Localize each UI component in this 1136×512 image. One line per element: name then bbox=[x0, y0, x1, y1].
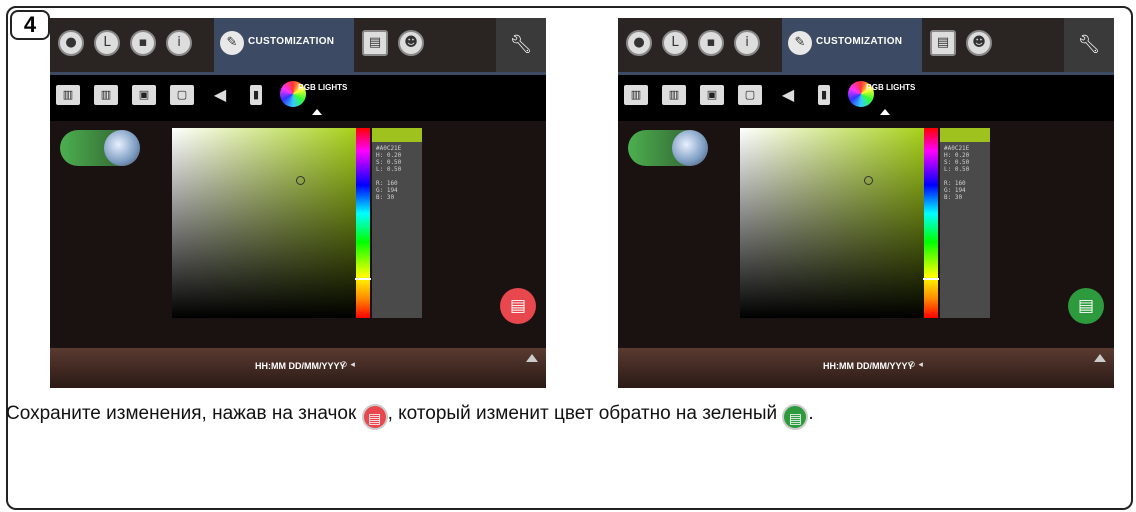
color-swatch bbox=[940, 128, 990, 142]
status-icons: ⊙ ◂ bbox=[340, 360, 355, 370]
rgb-lights-label[interactable]: RGB LIGHTS bbox=[298, 83, 347, 92]
color-picker-area[interactable] bbox=[172, 128, 356, 318]
speaker-icon[interactable]: ◀ bbox=[776, 85, 800, 105]
hue-marker[interactable] bbox=[355, 278, 371, 280]
toggle-knob bbox=[672, 130, 708, 166]
image-icon[interactable]: ▣ bbox=[700, 85, 724, 105]
bottle-icon[interactable]: ▮ bbox=[818, 85, 830, 105]
color-swatch bbox=[372, 128, 422, 142]
bottom-status-bar: HH:MM DD/MM/YYYY ⊙ ◂ bbox=[618, 348, 1114, 388]
color-cursor[interactable] bbox=[296, 176, 305, 185]
toggle-knob bbox=[104, 130, 140, 166]
caption-text-2: , который изменит цвет обратно на зелены… bbox=[387, 403, 783, 424]
flag-icon[interactable]: ▪ bbox=[698, 30, 724, 56]
user-icon[interactable]: ☻ bbox=[966, 30, 992, 56]
color-values: #A0C21E H: 0.20 S: 0.50 L: 0.50 R: 160 G… bbox=[944, 145, 970, 201]
hue-slider[interactable] bbox=[923, 128, 939, 318]
bottom-status-bar: HH:MM DD/MM/YYYY ⊙ ◂ bbox=[50, 348, 546, 388]
image-icon[interactable]: ▣ bbox=[132, 85, 156, 105]
color-info-panel: #A0C21E H: 0.20 S: 0.50 L: 0.50 R: 160 G… bbox=[940, 128, 990, 318]
sub-menu-bar: ▥ ▥ ▣ ▢ ◀ ▮ RGB LIGHTS bbox=[618, 72, 1114, 121]
water-drop-icon[interactable]: ● bbox=[58, 30, 84, 56]
wrench-icon[interactable]: 🔧︎ bbox=[1064, 18, 1114, 72]
document-icon[interactable]: ▤ bbox=[930, 30, 956, 56]
screenshot-after-save: ● L ▪ i ✎ CUSTOMIZATION ▤ ☻ 🔧︎ ▥ ▥ ▣ ▢ ◀… bbox=[618, 18, 1114, 388]
instruction-caption: Сохраните изменения, нажав на значок ▤, … bbox=[6, 403, 814, 430]
clock-icon[interactable]: L bbox=[94, 30, 120, 56]
tab-customization-label: CUSTOMIZATION bbox=[816, 36, 903, 47]
lights-toggle[interactable] bbox=[60, 130, 140, 166]
sub-menu-bar: ▥ ▥ ▣ ▢ ◀ ▮ RGB LIGHTS bbox=[50, 72, 546, 121]
caption-text-3: . bbox=[808, 403, 814, 424]
open-book-icon[interactable]: ▥ bbox=[662, 85, 686, 105]
screenshot-before-save: ● L ▪ i ✎ CUSTOMIZATION ▤ ☻ 🔧︎ ▥ ▥ ▣ ▢ ◀… bbox=[50, 18, 546, 388]
lights-toggle[interactable] bbox=[628, 130, 708, 166]
book-icon[interactable]: ▥ bbox=[624, 85, 648, 105]
picture-icon[interactable]: ▢ bbox=[170, 85, 194, 105]
expand-up-icon[interactable] bbox=[526, 354, 538, 362]
book-icon[interactable]: ▥ bbox=[56, 85, 80, 105]
info-icon[interactable]: i bbox=[734, 30, 760, 56]
color-cursor[interactable] bbox=[864, 176, 873, 185]
pencil-icon: ✎ bbox=[788, 31, 812, 55]
info-icon[interactable]: i bbox=[166, 30, 192, 56]
hue-marker[interactable] bbox=[923, 278, 939, 280]
caption-text-1: Сохраните изменения, нажав на значок bbox=[6, 403, 362, 424]
open-book-icon[interactable]: ▥ bbox=[94, 85, 118, 105]
selected-indicator bbox=[312, 109, 322, 115]
top-menu-bar: ● L ▪ i ✎ CUSTOMIZATION ▤ ☻ 🔧︎ bbox=[50, 18, 546, 72]
date-time-display: HH:MM DD/MM/YYYY bbox=[255, 361, 346, 371]
picture-icon[interactable]: ▢ bbox=[738, 85, 762, 105]
user-icon[interactable]: ☻ bbox=[398, 30, 424, 56]
flag-icon[interactable]: ▪ bbox=[130, 30, 156, 56]
green-save-icon: ▤ bbox=[782, 404, 809, 430]
rgb-lights-label[interactable]: RGB LIGHTS bbox=[866, 83, 915, 92]
color-info-panel: #A0C21E H: 0.20 S: 0.50 L: 0.50 R: 160 G… bbox=[372, 128, 422, 318]
red-save-icon: ▤ bbox=[361, 404, 388, 430]
save-button[interactable]: ▤ bbox=[1068, 288, 1104, 324]
speaker-icon[interactable]: ◀ bbox=[208, 85, 232, 105]
document-icon[interactable]: ▤ bbox=[362, 30, 388, 56]
color-picker-area[interactable] bbox=[740, 128, 924, 318]
water-drop-icon[interactable]: ● bbox=[626, 30, 652, 56]
tab-customization-label: CUSTOMIZATION bbox=[248, 36, 335, 47]
tab-customization[interactable]: ✎ CUSTOMIZATION bbox=[214, 18, 354, 72]
pencil-icon: ✎ bbox=[220, 31, 244, 55]
date-time-display: HH:MM DD/MM/YYYY bbox=[823, 361, 914, 371]
color-values: #A0C21E H: 0.20 S: 0.50 L: 0.50 R: 160 G… bbox=[376, 145, 402, 201]
selected-indicator bbox=[880, 109, 890, 115]
bottle-icon[interactable]: ▮ bbox=[250, 85, 262, 105]
save-button[interactable]: ▤ bbox=[500, 288, 536, 324]
wrench-icon[interactable]: 🔧︎ bbox=[496, 18, 546, 72]
hue-slider[interactable] bbox=[355, 128, 371, 318]
step-number-badge: 4 bbox=[10, 10, 50, 40]
status-icons: ⊙ ◂ bbox=[908, 360, 923, 370]
tab-customization[interactable]: ✎ CUSTOMIZATION bbox=[782, 18, 922, 72]
top-menu-bar: ● L ▪ i ✎ CUSTOMIZATION ▤ ☻ 🔧︎ bbox=[618, 18, 1114, 72]
clock-icon[interactable]: L bbox=[662, 30, 688, 56]
expand-up-icon[interactable] bbox=[1094, 354, 1106, 362]
